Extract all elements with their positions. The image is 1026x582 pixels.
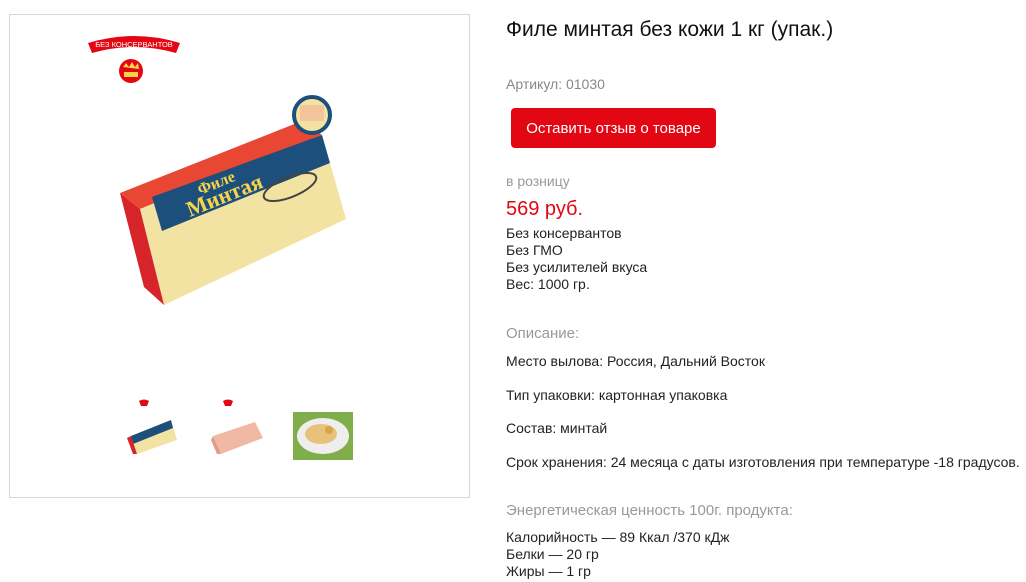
product-sku: Артикул: 01030 xyxy=(506,76,605,92)
description-shelf-life: Срок хранения: 24 месяца с даты изготовл… xyxy=(506,454,1020,470)
product-price: 569 руб. xyxy=(506,198,584,220)
thumbnail-fillet[interactable] xyxy=(209,398,269,460)
product-main-image[interactable]: Филе Минтая xyxy=(90,75,400,315)
description-catch-area: Место вылова: Россия, Дальний Восток xyxy=(506,353,765,369)
leave-review-button[interactable]: Оставить отзыв о товаре xyxy=(511,108,716,148)
thumbnail-strip xyxy=(125,398,353,460)
description-heading: Описание: xyxy=(506,325,580,342)
description-packaging: Тип упаковки: картонная упаковка xyxy=(506,387,728,403)
feature-list: Без консервантов Без ГМО Без усилителей … xyxy=(506,225,647,293)
small-badge-icon xyxy=(223,399,233,406)
product-gallery: БЕЗ КОНСЕРВАНТОВ Филе Минтая xyxy=(9,14,470,498)
retail-label: в розницу xyxy=(506,173,570,189)
feature-item: Без консервантов xyxy=(506,225,622,241)
nutrition-list: Калорийность — 89 Ккал /370 кДж Белки — … xyxy=(506,529,730,580)
product-title: Филе минтая без кожи 1 кг (упак.) xyxy=(506,18,834,41)
nutrition-item: Белки — 20 гр xyxy=(506,546,599,562)
nutrition-item: Жиры — 1 гр xyxy=(506,563,591,579)
description-composition: Состав: минтай xyxy=(506,420,608,436)
thumbnail-package[interactable] xyxy=(125,398,185,460)
feature-item: Без ГМО xyxy=(506,242,563,258)
badge-text: БЕЗ КОНСЕРВАНТОВ xyxy=(95,40,173,49)
thumbnail-dish[interactable] xyxy=(293,398,353,460)
feature-item: Без усилителей вкуса xyxy=(506,259,648,275)
small-badge-icon xyxy=(139,399,149,406)
feature-item: Вес: 1000 гр. xyxy=(506,276,590,292)
nutrition-item: Калорийность — 89 Ккал /370 кДж xyxy=(506,529,730,545)
energy-heading: Энергетическая ценность 100г. продукта: xyxy=(506,502,793,519)
